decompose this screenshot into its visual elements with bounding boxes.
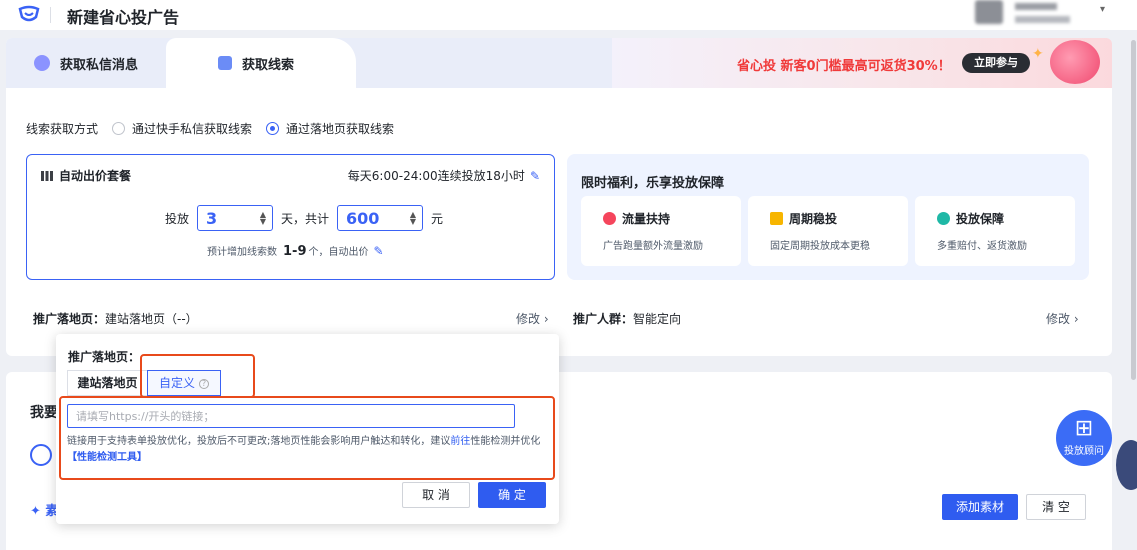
perk-card: 周期稳投 固定周期投放成本更稳: [748, 196, 908, 266]
tab-label: 获取线索: [242, 57, 295, 73]
bar-chart-icon: [41, 170, 53, 181]
landing-page-row: 推广落地页：建站落地页（--）: [33, 310, 198, 327]
consultant-button[interactable]: ⊞ 投放顾问: [1056, 410, 1112, 466]
edit-icon[interactable]: ✎: [530, 169, 540, 183]
hint-suffix: 个，自动出价: [308, 247, 369, 258]
perk-name: 周期稳投: [789, 212, 838, 226]
landing-page-popover: 推广落地页： 建站落地页 自定义? 链接用于支持表单投放优化，投放后不可更改;落…: [56, 334, 559, 524]
settings-card: 获取私信消息 获取线索 省心投 新客0门槛最高可返货30%！ 立即参与 ✦ 线索…: [6, 38, 1112, 356]
perk-card: 流量扶持 广告跑量额外流量激励: [581, 196, 741, 266]
days-value[interactable]: 3: [206, 209, 217, 228]
clear-button[interactable]: 清 空: [1026, 494, 1086, 520]
tab-label: 获取私信消息: [60, 57, 139, 73]
modify-landing-link[interactable]: 修改 ›: [516, 310, 549, 327]
chat-icon: [34, 55, 50, 71]
package-title: 自动出价套餐: [41, 167, 131, 184]
stepper-arrows-icon[interactable]: ▲ ▼: [410, 211, 416, 226]
package-title-text: 自动出价套餐: [59, 169, 132, 183]
qr-icon: ⊞: [1074, 416, 1094, 441]
leads-icon: [218, 56, 232, 70]
avatar[interactable]: [975, 0, 1003, 24]
tab-bar: 获取私信消息 获取线索 省心投 新客0门槛最高可返货30%！ 立即参与 ✦: [6, 38, 1112, 88]
landing-value: 建站落地页（--）: [105, 312, 198, 326]
promo-banner[interactable]: 省心投 新客0门槛最高可返货30%！ 立即参与 ✦: [612, 38, 1112, 88]
schedule: 每天6:00-24:00连续投放18小时 ✎: [348, 167, 540, 184]
chart-icon: [770, 212, 783, 225]
schedule-text: 每天6:00-24:00连续投放18小时: [347, 169, 525, 183]
edit-icon[interactable]: ✎: [374, 244, 384, 258]
confirm-button[interactable]: 确 定: [478, 482, 546, 508]
account-id: [1015, 16, 1070, 23]
mascot-image: [1050, 40, 1100, 84]
days-unit: 天，共计: [281, 211, 330, 226]
audience-label: 推广人群：: [573, 312, 634, 326]
divider: [50, 7, 51, 23]
shield-icon: [937, 212, 950, 225]
perk-desc: 广告跑量额外流量激励: [603, 241, 703, 252]
scrollbar[interactable]: [1131, 40, 1136, 380]
perk-desc: 固定周期投放成本更稳: [770, 241, 870, 252]
lead-method-label: 线索获取方式: [26, 122, 99, 136]
page-title: 新建省心投广告: [67, 8, 180, 27]
top-bar: 新建省心投广告 ▾: [0, 0, 1137, 30]
amount-stepper[interactable]: 600 ▲ ▼: [337, 205, 424, 231]
budget-inputs: 投放 3 ▲ ▼ 天，共计 600 ▲ ▼ 元: [165, 205, 443, 231]
money-unit: 元: [431, 211, 444, 226]
app-logo-icon: [18, 5, 40, 22]
smart-material-link[interactable]: ✦ 素: [30, 500, 58, 519]
audience-value: 智能定向: [633, 312, 682, 326]
flame-icon: [603, 212, 616, 225]
radio-landing-page[interactable]: [266, 122, 280, 135]
chevron-down-icon[interactable]: ▾: [1100, 4, 1105, 15]
audience-row: 推广人群：智能定向: [573, 310, 681, 327]
add-material-button[interactable]: 添加素材: [942, 494, 1018, 520]
brand-logo-icon: [30, 444, 52, 466]
perk-name: 投放保障: [956, 212, 1005, 226]
hint-prefix: 预计增加线索数: [207, 247, 277, 258]
consultant-label: 投放顾问: [1064, 446, 1104, 457]
sparkle-icon: ✦: [1032, 46, 1044, 62]
cancel-button[interactable]: 取 消: [402, 482, 470, 508]
radio-label[interactable]: 通过快手私信获取线索: [132, 120, 252, 137]
material-title: 我要: [30, 405, 58, 421]
segment-built-page[interactable]: 建站落地页: [67, 370, 147, 396]
budget-prefix: 投放: [165, 211, 190, 226]
amount-value[interactable]: 600: [346, 209, 379, 228]
tab-private-message[interactable]: 获取私信消息: [34, 38, 138, 88]
perk-desc: 多重赔付、返货激励: [937, 241, 1027, 252]
account-name: [1015, 3, 1057, 10]
assistant-bot-icon[interactable]: [1116, 440, 1137, 490]
popover-title: 推广落地页：: [68, 350, 141, 364]
join-now-button[interactable]: 立即参与: [962, 53, 1030, 73]
perks-title: 限时福利，乐享投放保障: [581, 176, 725, 191]
hint-value: 1-9: [283, 244, 307, 259]
landing-label: 推广落地页：: [33, 312, 106, 326]
highlight-box: [140, 354, 255, 398]
radio-private-message[interactable]: [112, 122, 126, 135]
lead-method-row: 线索获取方式 通过快手私信获取线索 通过落地页获取线索: [26, 120, 394, 137]
estimated-leads: 预计增加线索数 1-9 个，自动出价 ✎: [207, 243, 384, 259]
stepper-arrows-icon[interactable]: ▲ ▼: [260, 211, 266, 226]
perks-panel: 限时福利，乐享投放保障 流量扶持 广告跑量额外流量激励 周期稳投 固定周期投放成…: [567, 154, 1089, 280]
highlight-box: [59, 396, 555, 480]
promo-text: 省心投 新客0门槛最高可返货30%！: [737, 59, 951, 74]
days-stepper[interactable]: 3 ▲ ▼: [197, 205, 274, 231]
modify-audience-link[interactable]: 修改 ›: [1046, 310, 1079, 327]
perk-card: 投放保障 多重赔付、返货激励: [915, 196, 1075, 266]
budget-package-card[interactable]: 自动出价套餐 每天6:00-24:00连续投放18小时 ✎ 投放 3 ▲ ▼ 天，…: [26, 154, 555, 280]
perk-name: 流量扶持: [622, 212, 671, 226]
radio-label[interactable]: 通过落地页获取线索: [286, 120, 394, 137]
tab-get-leads[interactable]: 获取线索: [166, 38, 356, 88]
